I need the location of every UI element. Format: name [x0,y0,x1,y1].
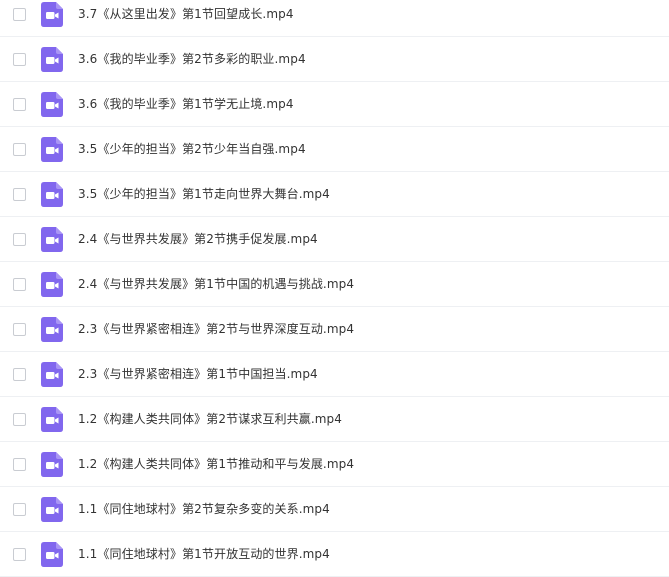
video-file-icon [41,46,63,72]
row-checkbox[interactable] [13,322,26,336]
row-checkbox[interactable] [13,547,26,561]
file-row[interactable]: 3.5《少年的担当》第1节走向世界大舞台.mp4 [0,172,669,217]
file-name[interactable]: 3.5《少年的担当》第1节走向世界大舞台.mp4 [78,186,330,202]
file-row[interactable]: 1.2《构建人类共同体》第2节谋求互利共赢.mp4 [0,397,669,442]
file-row[interactable]: 2.4《与世界共发展》第1节中国的机遇与挑战.mp4 [0,262,669,307]
row-checkbox[interactable] [13,367,26,381]
file-row[interactable]: 1.2《构建人类共同体》第1节推动和平与发展.mp4 [0,442,669,487]
file-list: 3.7《从这里出发》第1节回望成长.mp4 3.6《我的毕业季》第2节多彩的职业… [0,0,669,577]
file-name[interactable]: 1.1《同住地球村》第1节开放互动的世界.mp4 [78,546,330,562]
file-name[interactable]: 1.2《构建人类共同体》第1节推动和平与发展.mp4 [78,456,354,472]
file-name[interactable]: 3.7《从这里出发》第1节回望成长.mp4 [78,6,294,22]
video-file-icon [41,406,63,432]
file-name[interactable]: 2.4《与世界共发展》第1节中国的机遇与挑战.mp4 [78,276,354,292]
video-file-icon [41,1,63,27]
file-row[interactable]: 3.6《我的毕业季》第2节多彩的职业.mp4 [0,37,669,82]
file-row[interactable]: 3.6《我的毕业季》第1节学无止境.mp4 [0,82,669,127]
row-checkbox[interactable] [13,277,26,291]
file-name[interactable]: 2.3《与世界紧密相连》第1节中国担当.mp4 [78,366,318,382]
video-file-icon [41,541,63,567]
video-file-icon [41,136,63,162]
file-name[interactable]: 3.6《我的毕业季》第1节学无止境.mp4 [78,96,294,112]
file-name[interactable]: 1.1《同住地球村》第2节复杂多变的关系.mp4 [78,501,330,517]
video-file-icon [41,91,63,117]
file-row[interactable]: 1.1《同住地球村》第1节开放互动的世界.mp4 [0,532,669,577]
video-file-icon [41,361,63,387]
file-name[interactable]: 1.2《构建人类共同体》第2节谋求互利共赢.mp4 [78,411,342,427]
video-file-icon [41,451,63,477]
row-checkbox[interactable] [13,52,26,66]
video-file-icon [41,496,63,522]
file-name[interactable]: 2.3《与世界紧密相连》第2节与世界深度互动.mp4 [78,321,354,337]
row-checkbox[interactable] [13,187,26,201]
file-name[interactable]: 3.5《少年的担当》第2节少年当自强.mp4 [78,141,306,157]
row-checkbox[interactable] [13,457,26,471]
file-name[interactable]: 2.4《与世界共发展》第2节携手促发展.mp4 [78,231,318,247]
file-row[interactable]: 2.3《与世界紧密相连》第1节中国担当.mp4 [0,352,669,397]
file-row[interactable]: 2.3《与世界紧密相连》第2节与世界深度互动.mp4 [0,307,669,352]
video-file-icon [41,316,63,342]
row-checkbox[interactable] [13,142,26,156]
row-checkbox[interactable] [13,412,26,426]
row-checkbox[interactable] [13,232,26,246]
file-row[interactable]: 3.7《从这里出发》第1节回望成长.mp4 [0,0,669,37]
video-file-icon [41,181,63,207]
row-checkbox[interactable] [13,97,26,111]
file-row[interactable]: 2.4《与世界共发展》第2节携手促发展.mp4 [0,217,669,262]
file-name[interactable]: 3.6《我的毕业季》第2节多彩的职业.mp4 [78,51,306,67]
video-file-icon [41,226,63,252]
row-checkbox[interactable] [13,7,26,21]
video-file-icon [41,271,63,297]
file-row[interactable]: 1.1《同住地球村》第2节复杂多变的关系.mp4 [0,487,669,532]
file-row[interactable]: 3.5《少年的担当》第2节少年当自强.mp4 [0,127,669,172]
row-checkbox[interactable] [13,502,26,516]
